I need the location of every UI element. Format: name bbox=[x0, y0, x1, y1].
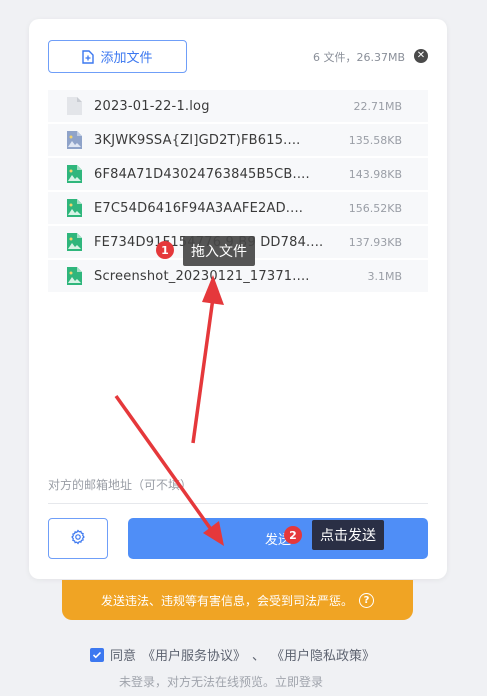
agree-separator: 、 bbox=[252, 649, 266, 664]
image-file-icon bbox=[66, 199, 82, 217]
legal-warning: 发送违法、违规等有害信息，会受到司法严惩。 ? bbox=[62, 580, 413, 620]
privacy-policy-link[interactable]: 《用户隐私政策》 bbox=[271, 645, 375, 664]
gear-icon bbox=[70, 529, 86, 549]
image-file-icon bbox=[66, 165, 82, 183]
step-2-badge: 2 bbox=[284, 526, 302, 544]
file-size: 143.98KB bbox=[348, 167, 402, 181]
file-row[interactable]: 3KJWK9SSA{ZI]GD2T)FB615.... 135.58KB bbox=[48, 124, 428, 158]
document-file-icon bbox=[66, 97, 82, 115]
file-name: E7C54D6416F94A3AAFE2AD.... bbox=[94, 200, 304, 216]
agree-prefix: 同意 bbox=[110, 649, 137, 664]
agreement-row: 同意 《用户服务协议》 、 《用户隐私政策》 bbox=[90, 645, 375, 664]
clear-all-icon[interactable]: ✕ bbox=[414, 49, 428, 63]
file-row[interactable]: 6F84A71D43024763845B5CB.... 143.98KB bbox=[48, 158, 428, 192]
add-file-button[interactable]: 添加文件 bbox=[48, 40, 187, 73]
file-size: 22.71MB bbox=[353, 99, 402, 113]
file-size: 3.1MB bbox=[367, 269, 402, 283]
upload-card: 添加文件 6 文件，26.37MB ✕ 2023-01-22-1.log 22.… bbox=[29, 19, 447, 579]
file-name: 2023-01-22-1.log bbox=[94, 98, 210, 114]
file-size: 135.58KB bbox=[348, 133, 402, 147]
agree-checkbox[interactable] bbox=[90, 647, 104, 662]
email-input[interactable]: 对方的邮箱地址（可不填） bbox=[48, 476, 192, 493]
image-file-icon bbox=[66, 267, 82, 285]
step-2-tooltip: 点击发送 bbox=[312, 520, 384, 550]
settings-button[interactable] bbox=[48, 518, 108, 559]
email-underline bbox=[48, 503, 428, 504]
login-tip[interactable]: 未登录，对方无法在线预览。立即登录 bbox=[119, 673, 323, 690]
file-add-icon bbox=[82, 49, 95, 64]
help-icon[interactable]: ? bbox=[359, 592, 374, 608]
add-file-label: 添加文件 bbox=[100, 51, 153, 66]
image-file-icon bbox=[66, 131, 82, 149]
file-name: 6F84A71D43024763845B5CB.... bbox=[94, 166, 310, 182]
file-summary: 6 文件，26.37MB bbox=[312, 51, 405, 64]
file-size: 137.93KB bbox=[348, 235, 402, 249]
file-row[interactable]: 2023-01-22-1.log 22.71MB bbox=[48, 90, 428, 124]
file-name: 3KJWK9SSA{ZI]GD2T)FB615.... bbox=[94, 132, 301, 148]
image-file-icon bbox=[66, 233, 82, 251]
step-1-badge: 1 bbox=[156, 241, 174, 259]
service-agreement-link[interactable]: 《用户服务协议》 bbox=[142, 645, 246, 664]
file-size: 156.52KB bbox=[348, 201, 402, 215]
file-row[interactable]: E7C54D6416F94A3AAFE2AD.... 156.52KB bbox=[48, 192, 428, 226]
file-name: Screenshot_20230121_17371.... bbox=[94, 268, 310, 284]
step-1-tooltip: 拖入文件 bbox=[183, 236, 255, 266]
warning-text: 发送违法、违规等有害信息，会受到司法严惩。 bbox=[100, 593, 353, 608]
